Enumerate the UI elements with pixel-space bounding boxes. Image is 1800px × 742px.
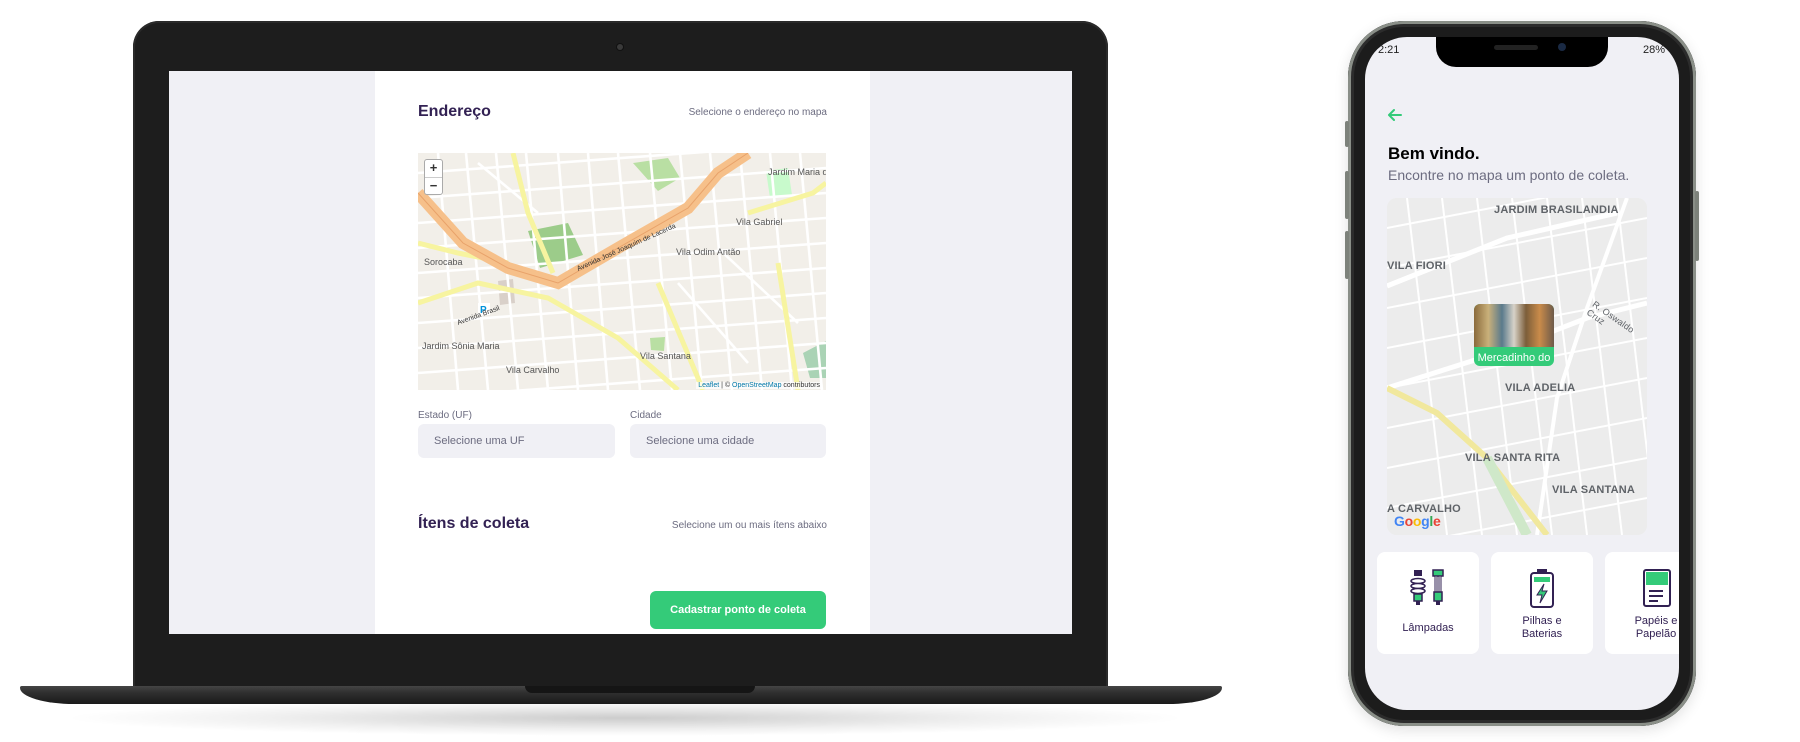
phone-side-button [1345,171,1349,219]
back-arrow-icon[interactable] [1385,105,1405,125]
zoom-out-button[interactable]: − [425,177,442,195]
create-point-page: Endereço Selecione o endereço no mapa P … [375,71,870,634]
phone-side-button [1345,121,1349,147]
map-label: Vila Santana [640,351,691,361]
map-label: Sorocaba [424,257,463,267]
item-label: Baterias [1521,628,1563,640]
map-zoom-control: + − [424,159,443,195]
osm-link[interactable]: OpenStreetMap [732,382,781,389]
point-thumbnail [1474,304,1554,347]
phone-side-button [1345,231,1349,279]
item-card-paper[interactable]: Papéis e Papelão [1605,552,1679,654]
phone-side-button [1695,191,1699,261]
map-pin-icon[interactable]: Mercadinho do [1474,304,1554,366]
speaker [1494,45,1538,50]
welcome-subtitle: Encontre no mapa um ponto de coleta. [1388,167,1630,183]
address-section-title: Endereço [418,103,491,120]
zoom-in-button[interactable]: + [425,160,442,177]
item-card-batteries[interactable]: Pilhas e Baterias [1491,552,1593,654]
lamp-icon [1408,568,1448,608]
laptop-notch [525,686,755,693]
laptop-screen: Endereço Selecione o endereço no mapa P … [169,71,1072,634]
item-label: Papelão [1635,628,1677,640]
map-label: VILA FIORI [1387,260,1447,272]
city-select[interactable]: Selecione uma cidade [630,424,826,458]
item-label: Papéis e [1634,615,1678,627]
paper-icon [1636,568,1676,608]
address-section-hint: Selecione o endereço no mapa [688,107,827,118]
map-label: Jardim Maria do Carmo [768,167,826,177]
item-label: Pilhas e [1522,615,1562,627]
phone-screen: 2:21 28% Bem vindo. Encontre no mapa um … [1365,37,1679,710]
points-map[interactable]: JARDIM BRASILANDIA VILA FIORI R. Oswaldo… [1387,198,1647,535]
map-label: Jardim Sônia Maria [422,341,500,351]
map-tiles: P Jardim Maria do Carmo Vila Gabriel Vil… [418,153,826,390]
map-label: Vila Odim Antão [676,247,740,257]
laptop-lid: Endereço Selecione o endereço no mapa P … [133,21,1108,688]
leaflet-link[interactable]: Leaflet [698,382,719,389]
welcome-title: Bem vindo. [1388,144,1480,163]
city-label: Cidade [630,410,662,421]
google-logo: Google [1394,513,1441,529]
phone-frame: 2:21 28% Bem vindo. Encontre no mapa um … [1345,21,1699,726]
laptop-shadow [60,700,1190,736]
item-label: Lâmpadas [1402,622,1454,634]
items-section-hint: Selecione um ou mais ítens abaixo [671,520,827,531]
map-label: JARDIM BRASILANDIA [1494,204,1619,216]
laptop-base [20,686,1222,704]
item-card-lamps[interactable]: Lâmpadas [1377,552,1479,654]
pin-label: Mercadinho do [1477,352,1551,364]
map-attribution: Leaflet | © OpenStreetMap contributors [696,382,822,389]
items-section-title: Ítens de coleta [418,515,530,532]
battery-icon [1522,568,1562,608]
webcam [617,44,623,50]
uf-select[interactable]: Selecione uma UF [418,424,615,458]
status-battery: 28% [1642,44,1665,56]
map-label: VILA ADELIA [1505,382,1576,394]
uf-label: Estado (UF) [418,410,472,421]
submit-button[interactable]: Cadastrar ponto de coleta [650,591,826,629]
address-map[interactable]: P Jardim Maria do Carmo Vila Gabriel Vil… [418,153,826,390]
front-camera [1558,43,1566,51]
phone-notch [1436,37,1608,67]
attribution-contributors: contributors [781,382,820,389]
attribution-separator: | © [719,382,733,389]
map-label: VILA SANTANA [1552,484,1636,496]
map-label: Vila Carvalho [506,365,559,375]
status-time: 2:21 [1378,44,1400,56]
map-label: Vila Gabriel [736,217,782,227]
map-label: VILA SANTA RITA [1465,452,1561,464]
